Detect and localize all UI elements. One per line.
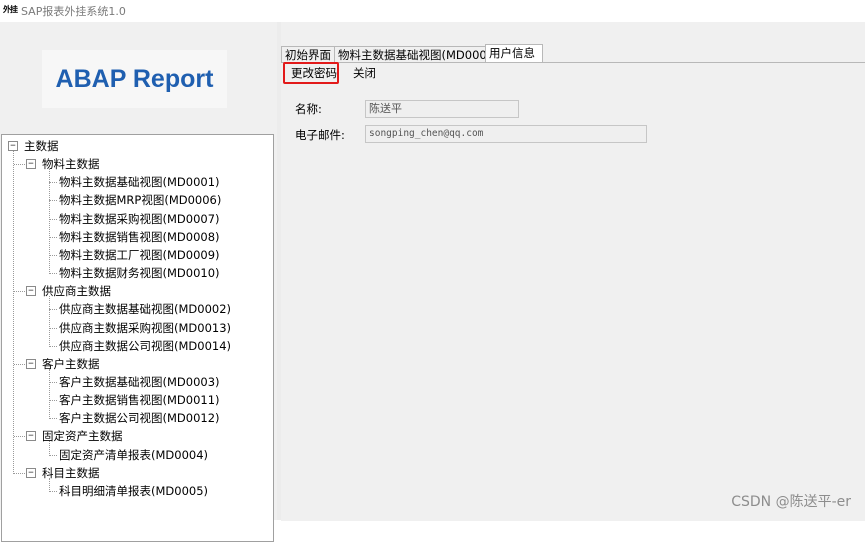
tree-connector [49, 381, 57, 383]
tree-leaf[interactable]: 供应商主数据采购视图(MD0013) [59, 321, 231, 335]
report-tree[interactable]: − 主数据 − 物料主数据 物料主数据基础视图(MD0001) 物料主数据MRP视图(MD… [1, 134, 274, 542]
tree-connector [14, 363, 25, 365]
tree-group-2[interactable]: 客户主数据 [42, 357, 100, 371]
tree-leaf[interactable]: 物料主数据采购视图(MD0007) [59, 212, 220, 226]
tree-leaf[interactable]: 固定资产清单报表(MD0004) [59, 448, 208, 462]
left-pane: ABAP Report − 主数据 − 物料主数据 物料主数据基础视图(MD0001) 物… [0, 22, 277, 542]
tree-connector [49, 441, 50, 456]
tree-connector [14, 436, 25, 438]
tree-connector [13, 151, 14, 474]
tree-connector [49, 182, 57, 184]
tree-group-1[interactable]: 供应商主数据 [42, 284, 111, 298]
tree-connector [49, 218, 57, 220]
tree-leaf[interactable]: 客户主数据公司视图(MD0012) [59, 411, 220, 425]
close-button[interactable]: 关闭 [353, 65, 376, 81]
tree-leaf[interactable]: 物料主数据基础视图(MD0001) [59, 175, 220, 189]
csdn-watermark: CSDN @陈送平-er [731, 494, 851, 510]
tree-connector [49, 345, 57, 347]
tree-leaf[interactable]: 科目明细清单报表(MD0005) [59, 484, 208, 498]
tree-connector [49, 169, 50, 275]
tree-connector [14, 164, 25, 166]
email-label: 电子邮件: [295, 128, 345, 142]
tree-connector [49, 200, 57, 202]
group-expander[interactable]: − [26, 467, 36, 478]
tree-connector [49, 254, 57, 256]
root-expander[interactable]: − [8, 141, 18, 151]
change-password-button[interactable]: 更改密码 [291, 65, 337, 81]
tree-connector [49, 273, 57, 275]
email-field[interactable]: songping_chen@qq.com [365, 125, 647, 143]
tree-leaf[interactable]: 物料主数据财务视图(MD0010) [59, 266, 220, 280]
tree-connector [49, 454, 57, 456]
tree-connector [49, 327, 57, 329]
tree-connector [49, 477, 50, 492]
tree-connector [49, 309, 57, 311]
tree-connector [49, 400, 57, 402]
logo-text: ABAP Report [55, 64, 214, 93]
tab-2[interactable]: 用户信息 [485, 44, 543, 64]
group-expander[interactable]: − [26, 358, 36, 369]
group-expander[interactable]: − [26, 159, 36, 170]
tree-connector [49, 490, 57, 492]
tree-connector [14, 472, 25, 474]
tree-connector [14, 291, 25, 293]
tab-1[interactable]: 物料主数据基础视图(MD0001) [334, 46, 499, 63]
window-title: SAP报表外挂系统1.0 [21, 5, 126, 18]
group-expander[interactable]: − [26, 286, 36, 297]
tree-leaf[interactable]: 客户主数据基础视图(MD0003) [59, 375, 220, 389]
tree-leaf[interactable]: 客户主数据销售视图(MD0011) [59, 393, 220, 407]
right-pane: 初始界面 物料主数据基础视图(MD0001) 用户信息 更改密码 关闭 名称: 陈送… [281, 22, 865, 521]
tree-group-3[interactable]: 固定资产主数据 [42, 429, 123, 443]
abap-report-logo: ABAP Report [42, 50, 227, 108]
tree-group-0[interactable]: 物料主数据 [42, 157, 100, 171]
tree-connector [49, 418, 57, 420]
tree-node-root[interactable]: 主数据 [24, 139, 59, 153]
tree-connector [49, 236, 57, 238]
tree-leaf[interactable]: 供应商主数据基础视图(MD0002) [59, 302, 231, 316]
tree-leaf[interactable]: 供应商主数据公司视图(MD0014) [59, 339, 231, 353]
group-expander[interactable]: − [26, 431, 36, 442]
tab-0[interactable]: 初始界面 [281, 46, 336, 63]
tree-leaf[interactable]: 物料主数据工厂视图(MD0009) [59, 248, 220, 262]
name-field[interactable]: 陈送平 [365, 100, 519, 118]
app-icon: 外挂 [3, 5, 18, 14]
name-label: 名称: [295, 102, 322, 116]
tree-leaf[interactable]: 物料主数据销售视图(MD0008) [59, 230, 220, 244]
tree-group-4[interactable]: 科目主数据 [42, 466, 100, 480]
tree-connector [49, 296, 50, 347]
title-bar: 外挂 SAP报表外挂系统1.0 [0, 0, 865, 22]
tab-strip: 初始界面 物料主数据基础视图(MD0001) 用户信息 [281, 44, 865, 64]
tree-connector [49, 368, 50, 420]
tree-leaf[interactable]: 物料主数据MRP视图(MD0006) [59, 193, 221, 207]
